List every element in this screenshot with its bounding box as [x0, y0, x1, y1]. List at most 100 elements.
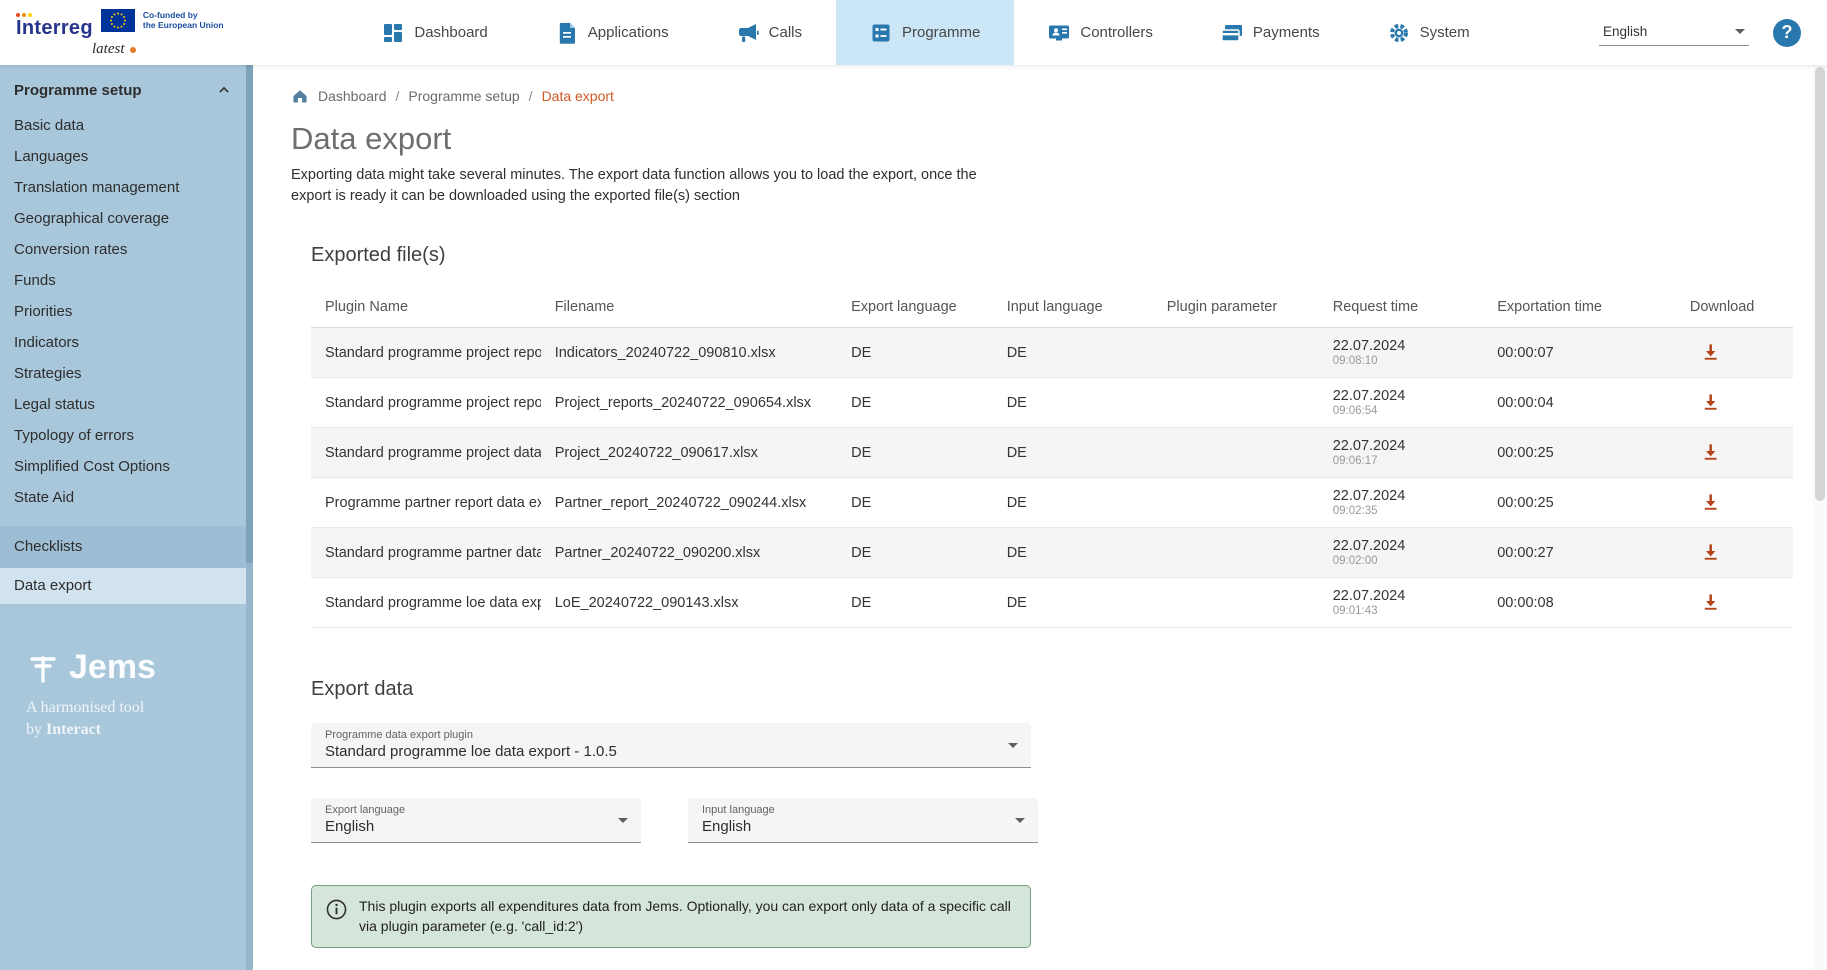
window-scrollbar[interactable]: [1813, 65, 1827, 970]
exported-files-section: Exported file(s) Plugin Name Filename Ex…: [291, 244, 1793, 628]
help-icon[interactable]: ?: [1773, 19, 1801, 47]
sidebar-item-legal-status[interactable]: Legal status: [0, 390, 253, 421]
cell-export-language: DE: [837, 378, 993, 428]
chevron-up-icon[interactable]: [215, 81, 233, 99]
download-button[interactable]: [1698, 589, 1723, 614]
input-language-select[interactable]: Input language English: [688, 798, 1038, 843]
sidebar-item-priorities[interactable]: Priorities: [0, 297, 253, 328]
export-data-section: Export data Programme data export plugin…: [291, 678, 1793, 970]
plugin-select-label: Programme data export plugin: [325, 729, 1017, 741]
nav-item-programme[interactable]: Programme: [836, 0, 1014, 65]
nav-label: System: [1420, 24, 1470, 41]
download-button[interactable]: [1698, 489, 1723, 514]
sidebar-item-strategies[interactable]: Strategies: [0, 359, 253, 390]
cell-export-language: DE: [837, 578, 993, 628]
cell-plugin-name: Standard programme project repo...: [311, 328, 541, 378]
download-button[interactable]: [1698, 339, 1723, 364]
cell-exportation-time: 00:00:25: [1483, 478, 1676, 528]
sidebar-section-header[interactable]: Programme setup: [0, 65, 253, 111]
sidebar-item-translation-management[interactable]: Translation management: [0, 173, 253, 204]
cell-plugin-parameter: [1153, 578, 1319, 628]
nav-item-applications[interactable]: Applications: [522, 0, 703, 65]
sidebar-item-typology-of-errors[interactable]: Typology of errors: [0, 421, 253, 452]
table-row: Standard programme project data ... Proj…: [311, 428, 1793, 478]
interreg-logo: Interreg Co-funded by the European Union…: [0, 0, 253, 65]
home-icon[interactable]: [291, 87, 309, 105]
nav-item-system[interactable]: System: [1354, 0, 1504, 65]
jems-logo: Jems A harmonised tool by Interact: [0, 648, 253, 740]
calls-icon: [737, 22, 759, 44]
download-button[interactable]: [1698, 389, 1723, 414]
download-button[interactable]: [1698, 539, 1723, 564]
cell-exportation-time: 00:00:27: [1483, 528, 1676, 578]
eu-flag-icon: [101, 9, 135, 32]
system-gear-icon: [1388, 22, 1410, 44]
chevron-down-icon: [1735, 29, 1745, 34]
nav-item-dashboard[interactable]: Dashboard: [348, 0, 521, 65]
sidebar-item-simplified-cost-options[interactable]: Simplified Cost Options: [0, 452, 253, 483]
page-description: Exporting data might take several minute…: [291, 165, 991, 206]
breadcrumb-dashboard[interactable]: Dashboard: [318, 88, 387, 104]
cell-download: [1676, 528, 1793, 578]
cell-filename: Partner_20240722_090200.xlsx: [541, 528, 837, 578]
column-header-request-time: Request time: [1319, 287, 1484, 328]
sidebar-scrollbar-thumb[interactable]: [246, 65, 253, 563]
window-scrollbar-thumb[interactable]: [1815, 67, 1825, 501]
cell-input-language: DE: [993, 528, 1153, 578]
cell-request-time: 22.07.2024 09:06:17: [1319, 428, 1484, 478]
sidebar-item-basic-data[interactable]: Basic data: [0, 111, 253, 142]
jems-logo-icon: [26, 650, 60, 686]
download-icon: [1700, 341, 1721, 362]
sidebar-item-conversion-rates[interactable]: Conversion rates: [0, 235, 253, 266]
main-content: Dashboard / Programme setup / Data expor…: [253, 65, 1827, 970]
download-icon: [1700, 391, 1721, 412]
sidebar-item-languages[interactable]: Languages: [0, 142, 253, 173]
breadcrumb-programme-setup[interactable]: Programme setup: [408, 88, 519, 104]
cell-download: [1676, 478, 1793, 528]
interreg-brand-text: Interreg: [16, 17, 93, 40]
sidebar-item-state-aid[interactable]: State Aid: [0, 483, 253, 514]
nav-item-calls[interactable]: Calls: [703, 0, 836, 65]
sidebar: Programme setup Basic dataLanguagesTrans…: [0, 65, 253, 970]
sidebar-item-funds[interactable]: Funds: [0, 266, 253, 297]
column-header-plugin-name: Plugin Name: [311, 287, 541, 328]
cell-input-language: DE: [993, 328, 1153, 378]
nav-item-controllers[interactable]: Controllers: [1014, 0, 1187, 65]
cell-filename: LoE_20240722_090143.xlsx: [541, 578, 837, 628]
cell-plugin-parameter: [1153, 478, 1319, 528]
sidebar-item-checklists[interactable]: Checklists: [0, 526, 253, 568]
sidebar-item-data-export[interactable]: Data export: [0, 568, 253, 604]
cell-plugin-parameter: [1153, 328, 1319, 378]
cell-plugin-name: Standard programme loe data exp...: [311, 578, 541, 628]
payments-icon: [1221, 22, 1243, 44]
export-language-label: Export language: [325, 804, 627, 816]
download-icon: [1700, 541, 1721, 562]
download-button[interactable]: [1698, 439, 1723, 464]
cell-request-time: 22.07.2024 09:02:35: [1319, 478, 1484, 528]
sidebar-item-indicators[interactable]: Indicators: [0, 328, 253, 359]
export-language-select[interactable]: Export language English: [311, 798, 641, 843]
cell-plugin-name: Programme partner report data ex...: [311, 478, 541, 528]
download-icon: [1700, 491, 1721, 512]
jems-logo-text: Jems: [69, 648, 156, 687]
sidebar-scrollbar[interactable]: [246, 65, 253, 970]
cell-plugin-name: Standard programme partner data...: [311, 528, 541, 578]
sidebar-item-geographical-coverage[interactable]: Geographical coverage: [0, 204, 253, 235]
cell-filename: Project_20240722_090617.xlsx: [541, 428, 837, 478]
cell-input-language: DE: [993, 478, 1153, 528]
version-label: latest: [92, 41, 243, 58]
plugin-select[interactable]: Programme data export plugin Standard pr…: [311, 723, 1031, 768]
input-language-value: English: [702, 818, 1024, 835]
page-title: Data export: [291, 121, 1793, 157]
breadcrumb-separator: /: [396, 88, 400, 104]
cell-download: [1676, 578, 1793, 628]
cell-download: [1676, 328, 1793, 378]
dashboard-icon: [382, 22, 404, 44]
applications-icon: [556, 22, 578, 44]
nav-item-payments[interactable]: Payments: [1187, 0, 1354, 65]
plugin-info-box: This plugin exports all expenditures dat…: [311, 885, 1031, 948]
column-header-input-language: Input language: [993, 287, 1153, 328]
cell-export-language: DE: [837, 478, 993, 528]
ui-language-select[interactable]: English: [1599, 19, 1749, 46]
column-header-download: Download: [1676, 287, 1793, 328]
